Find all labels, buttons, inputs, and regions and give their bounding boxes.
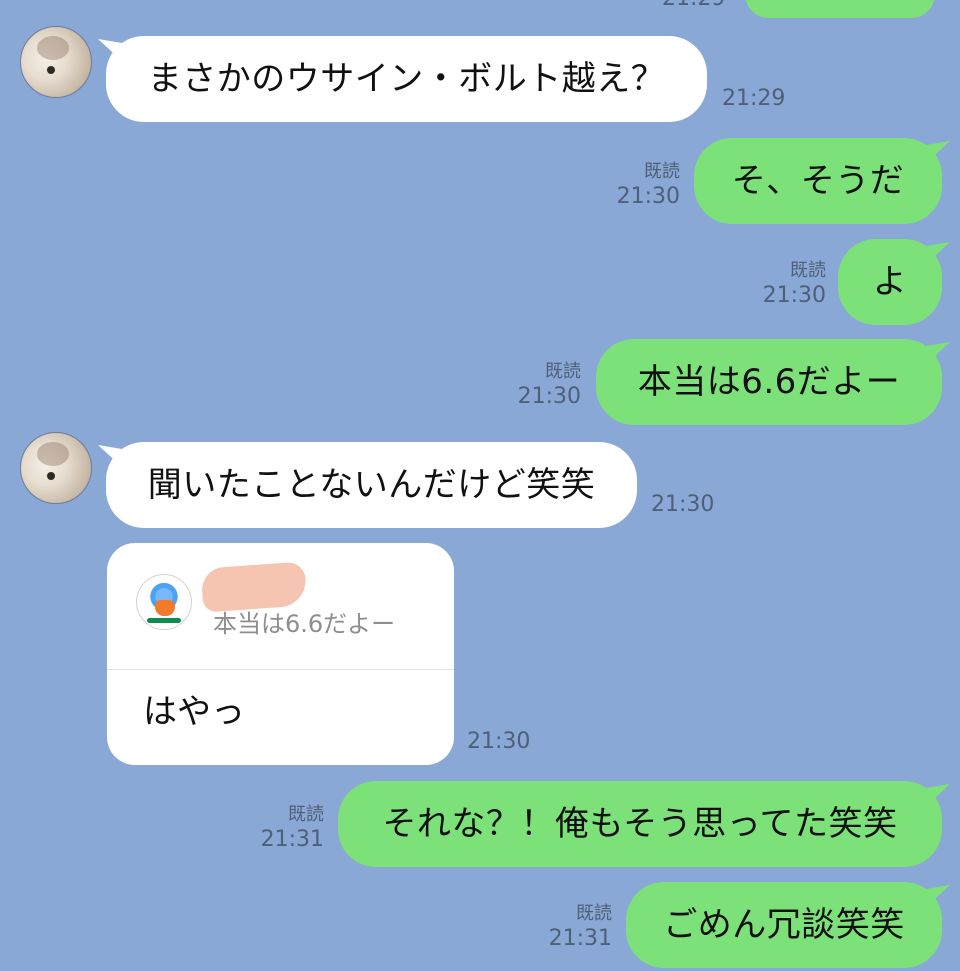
- message-meta: 既読 21:31: [534, 903, 612, 953]
- message-time-partial: 21:29: [662, 0, 725, 11]
- message-text: 聞いたことないんだけど笑笑: [147, 464, 596, 505]
- outgoing-message-2[interactable]: よ: [838, 239, 942, 325]
- read-receipt: 既読: [576, 903, 612, 924]
- read-receipt: 既読: [790, 260, 826, 281]
- message-time: 21:31: [260, 826, 324, 852]
- outgoing-message-1[interactable]: そ、そうだ: [694, 138, 942, 224]
- message-time: 21:29: [722, 86, 786, 111]
- message-text: まさかのウサイン・ボルト越え？: [147, 58, 666, 99]
- incoming-message-1[interactable]: まさかのウサイン・ボルト越え？: [106, 36, 707, 122]
- message-text: ごめん冗談笑笑: [663, 904, 905, 945]
- message-time: 21:30: [517, 383, 581, 409]
- read-receipt: 既読: [644, 161, 680, 182]
- chat-log: 21:29 まさかのウサイン・ボルト越え？ 21:29 既読 21:30 そ、そ…: [0, 0, 960, 971]
- read-receipt: 既読: [545, 361, 581, 382]
- reply-message-text: はやっ: [143, 692, 245, 732]
- reply-preview-text: 本当は6.6だよー: [213, 610, 396, 638]
- message-time: 21:30: [651, 492, 715, 517]
- message-text: そ、そうだ: [731, 160, 905, 201]
- message-meta: 既読 21:30: [503, 361, 581, 411]
- message-meta: 既読 21:30: [602, 161, 680, 211]
- message-text: 本当は6.6だよー: [637, 361, 901, 402]
- outgoing-message-3[interactable]: 本当は6.6だよー: [596, 339, 942, 425]
- outgoing-message-5[interactable]: ごめん冗談笑笑: [626, 882, 942, 968]
- reply-avatar-icon: [136, 574, 192, 630]
- message-time: 21:30: [616, 183, 680, 209]
- message-bubble-partial[interactable]: [745, 0, 935, 18]
- read-receipt: 既読: [288, 804, 324, 825]
- message-meta: 既読 21:30: [748, 260, 826, 310]
- sender-avatar-2[interactable]: [20, 432, 92, 504]
- outgoing-message-4[interactable]: それな？！俺もそう思ってた笑笑: [338, 781, 942, 867]
- message-meta: 既読 21:31: [246, 804, 324, 854]
- message-text: それな？！俺もそう思ってた笑笑: [382, 803, 898, 844]
- message-time: 21:31: [548, 925, 612, 951]
- sender-avatar-1[interactable]: [20, 26, 92, 98]
- incoming-message-2[interactable]: 聞いたことないんだけど笑笑: [106, 442, 637, 528]
- message-time: 21:30: [467, 729, 531, 754]
- message-text: よ: [872, 261, 908, 302]
- message-time: 21:30: [762, 282, 826, 308]
